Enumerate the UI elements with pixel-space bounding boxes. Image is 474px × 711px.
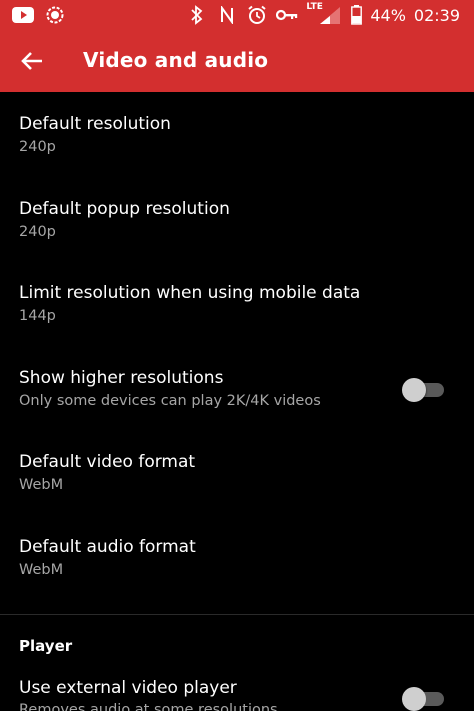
external-player-toggle[interactable] bbox=[402, 687, 444, 711]
setting-title: Default audio format bbox=[19, 536, 196, 557]
section-header-player: Player bbox=[19, 637, 73, 655]
setting-default-resolution[interactable]: Default resolution 240p bbox=[0, 92, 474, 177]
status-bar-left bbox=[12, 4, 66, 26]
arrow-back-icon[interactable] bbox=[14, 43, 50, 79]
status-bar: LTE 44% 02:39 bbox=[0, 0, 474, 30]
setting-title: Default video format bbox=[19, 452, 196, 472]
setting-default-audio-format[interactable]: Default audio format WebM bbox=[0, 515, 474, 600]
settings-list: Default resolution 240p Default popup re… bbox=[0, 92, 474, 599]
setting-value: 240p bbox=[19, 223, 56, 240]
page-title: Video and audio bbox=[83, 48, 269, 72]
setting-external-player-title[interactable]: Use external video player bbox=[19, 678, 237, 698]
setting-value: 144p bbox=[19, 308, 56, 324]
setting-limit-mobile-resolution[interactable]: Limit resolution when using mobile data … bbox=[0, 261, 474, 346]
status-bar-right: LTE 44% 02:39 bbox=[186, 2, 460, 26]
setting-show-higher-resolutions[interactable]: Show higher resolutions Only some device… bbox=[0, 346, 474, 431]
setting-title: Show higher resolutions bbox=[19, 367, 224, 388]
section-divider bbox=[0, 614, 474, 615]
lte-signal-icon: LTE bbox=[306, 2, 342, 26]
setting-title: Default popup resolution bbox=[19, 198, 230, 219]
setting-value: WebM bbox=[19, 561, 64, 578]
setting-external-player-summary: Removes audio at some resolutions bbox=[19, 702, 278, 711]
app-bar: Video and audio bbox=[0, 30, 474, 92]
toggle-knob bbox=[402, 687, 426, 711]
setting-default-popup-resolution[interactable]: Default popup resolution 240p bbox=[0, 177, 474, 262]
setting-title: Default resolution bbox=[19, 114, 171, 134]
toggle-knob bbox=[402, 377, 426, 402]
battery-percent: 44% bbox=[370, 5, 406, 25]
key-icon bbox=[276, 4, 298, 26]
higher-resolutions-toggle[interactable] bbox=[402, 377, 444, 402]
signal-app-icon bbox=[44, 4, 66, 26]
setting-default-video-format[interactable]: Default video format WebM bbox=[0, 430, 474, 515]
setting-summary: Only some devices can play 2K/4K videos bbox=[19, 392, 321, 409]
youtube-icon bbox=[12, 4, 34, 26]
setting-value: WebM bbox=[19, 477, 64, 493]
nfc-icon bbox=[216, 4, 238, 26]
lte-label: LTE bbox=[306, 2, 323, 12]
battery-icon bbox=[350, 4, 362, 26]
setting-value: 240p bbox=[19, 139, 56, 155]
setting-title: Limit resolution when using mobile data bbox=[19, 283, 361, 303]
bluetooth-icon bbox=[186, 4, 208, 26]
alarm-icon bbox=[246, 4, 268, 26]
status-time: 02:39 bbox=[413, 5, 460, 25]
